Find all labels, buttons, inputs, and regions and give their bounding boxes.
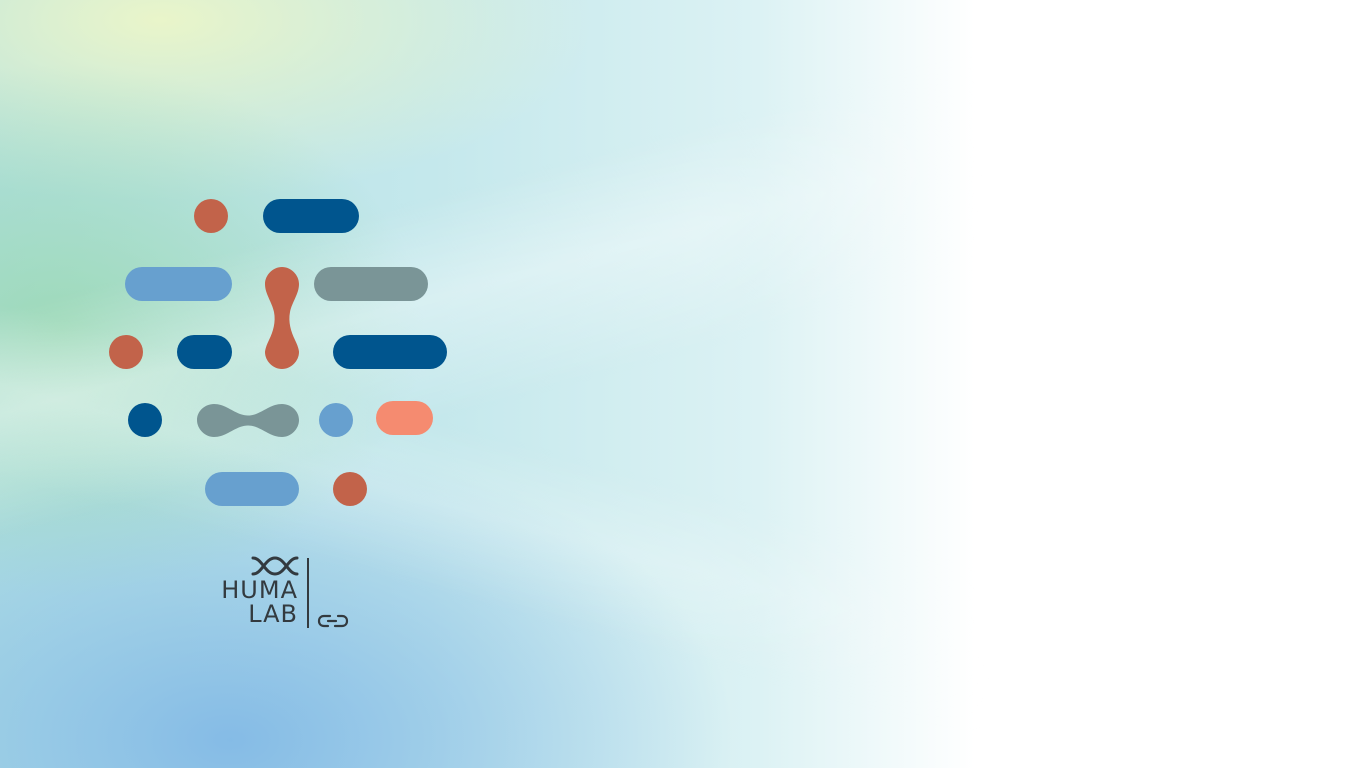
motif-dot [194,199,228,233]
logo-divider [307,558,309,628]
motif-connector [197,404,299,437]
motif-dot [319,403,353,437]
motif-dash [314,267,428,301]
motif-dot [333,472,367,506]
motif-dot [109,335,143,369]
motif-dash [333,335,447,369]
dot-dash-motif [109,199,447,506]
motif-dash [263,199,359,233]
motif-dash [376,401,433,435]
logo-wordmark: HUMA LAB [221,578,298,626]
humalab-logo: HUMA LAB [200,552,360,636]
motif-dash [205,472,299,506]
logo-line-2: LAB [248,600,298,628]
motif-connector [265,267,299,369]
desktop-wallpaper: HUMA LAB [0,0,1366,768]
motif-dash [177,335,232,369]
logo-line-1: HUMA [221,576,298,604]
motif-dot [128,403,162,437]
motif-dash [125,267,232,301]
link-glyph-icon [317,614,349,628]
double-helix-mark-icon [251,556,299,576]
